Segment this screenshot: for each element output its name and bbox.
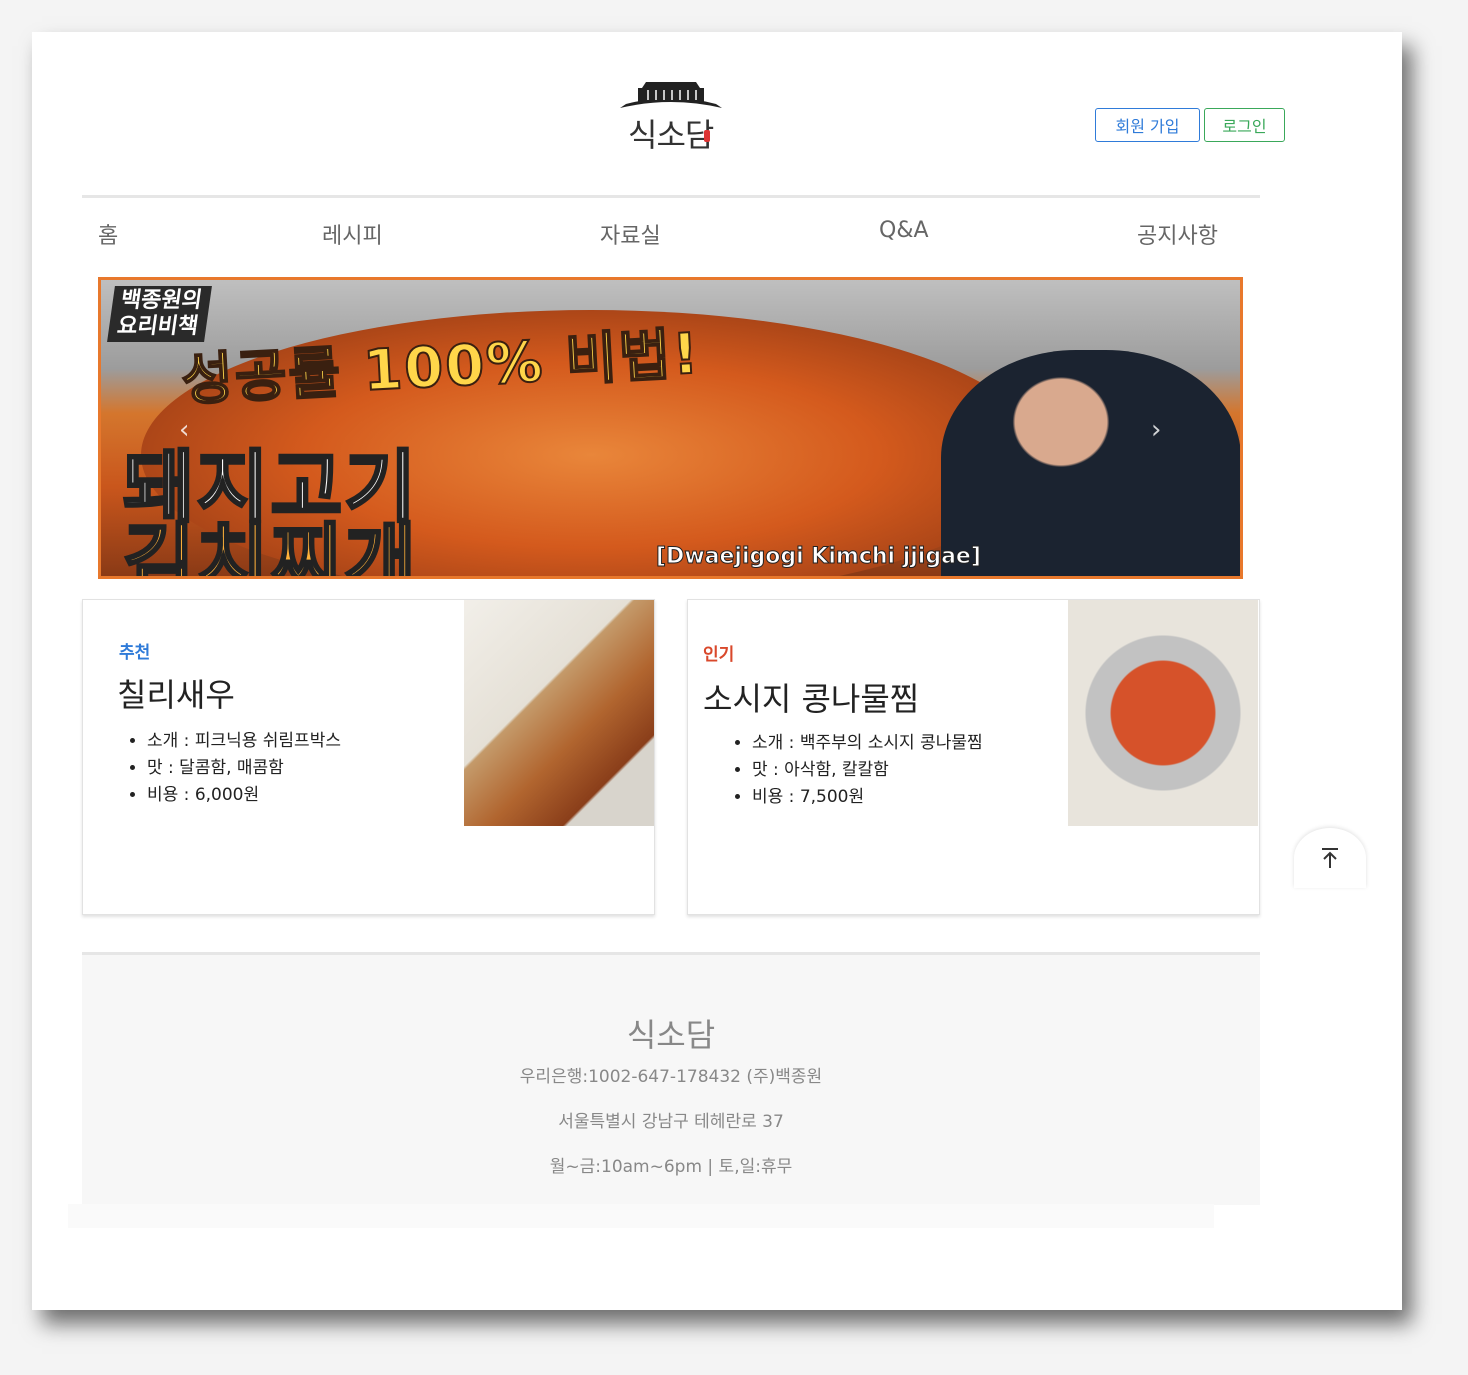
footer-bank: 우리은행:1002-647-178432 (주)백종원 [519,1067,823,1087]
banner-title-line2: 김치찌개 [121,515,419,579]
footer-address: 서울특별시 강남구 테헤란로 37 [558,1112,784,1132]
nav-item-qna[interactable]: Q&A [879,218,929,243]
card-title: 칠리새우 [117,676,235,714]
page: 식소담 회원 가입 로그인 홈 레시피 자료실 Q&A 공지사항 백종원의 요리… [32,32,1402,1310]
chevron-right-icon[interactable]: › [1151,415,1161,445]
card-image-chili-shrimp [464,600,654,826]
card-detail-cost: 비용 : 7,500원 [752,786,983,808]
login-button[interactable]: 로그인 [1204,108,1285,142]
nav-item-recipe[interactable]: 레시피 [322,218,383,250]
card-detail-cost: 비용 : 6,000원 [147,784,341,806]
chevron-left-icon[interactable]: ‹ [179,415,189,445]
card-title: 소시지 콩나물찜 [703,680,920,718]
footer: 식소담 우리은행:1002-647-178432 (주)백종원 서울특별시 강남… [82,955,1260,1205]
main-nav: 홈 레시피 자료실 Q&A 공지사항 [82,218,1260,252]
card-detail-taste: 맛 : 달콤함, 매콤함 [147,757,341,779]
card-image-sausage [1068,600,1258,826]
nav-item-notice[interactable]: 공지사항 [1137,218,1218,250]
arrow-up-icon [1322,848,1338,868]
banner-tag-line1: 백종원의 [119,288,204,313]
page-bottom-band [68,1204,1214,1228]
card-details: 소개 : 피크닉용 쉬림프박스 맛 : 달콤함, 매콤함 비용 : 6,000원 [123,730,341,811]
card-detail-intro: 소개 : 피크닉용 쉬림프박스 [147,730,341,752]
footer-brand: 식소담 [626,1016,716,1054]
card-detail-intro: 소개 : 백주부의 소시지 콩나물찜 [752,732,983,754]
recipe-card-recommended[interactable]: 추천 칠리새우 소개 : 피크닉용 쉬림프박스 맛 : 달콤함, 매콤함 비용 … [82,599,655,915]
site-logo[interactable]: 식소담 [616,82,726,154]
banner-tag: 백종원의 요리비책 [107,286,212,342]
logo-text: 식소담 [628,116,714,154]
auth-buttons: 회원 가입 로그인 [1095,108,1285,142]
signup-button[interactable]: 회원 가입 [1095,108,1200,142]
banner-chef-image [941,350,1240,576]
nav-divider [82,195,1260,198]
hero-banner[interactable]: 백종원의 요리비책 성공률 100% 비법! 돼지고기 김치찌개 [Dwaeji… [98,277,1243,579]
nav-item-home[interactable]: 홈 [98,218,118,250]
card-detail-taste: 맛 : 아삭함, 칼칼함 [752,759,983,781]
card-badge-popular: 인기 [703,645,735,665]
card-details: 소개 : 백주부의 소시지 콩나물찜 맛 : 아삭함, 칼칼함 비용 : 7,5… [728,732,983,813]
nav-item-archive[interactable]: 자료실 [600,218,661,250]
recipe-card-popular[interactable]: 인기 소시지 콩나물찜 소개 : 백주부의 소시지 콩나물찜 맛 : 아삭함, … [687,599,1260,915]
banner-subtitle: [Dwaejigogi Kimchi jjigae] [656,544,982,570]
footer-hours: 월~금:10am~6pm | 토,일:휴무 [549,1157,793,1177]
logo-accent [704,130,710,142]
card-badge-recommended: 추천 [119,643,151,663]
scroll-top-button[interactable] [1294,828,1366,888]
